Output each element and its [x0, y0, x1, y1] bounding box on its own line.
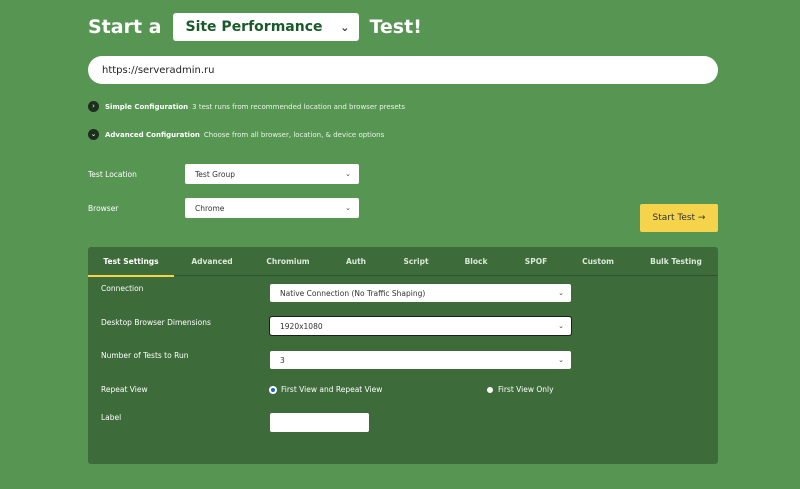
heading-suffix: Test!	[369, 16, 422, 38]
tab-script[interactable]: Script	[388, 247, 444, 276]
dimensions-label: Desktop Browser Dimensions	[101, 318, 211, 327]
settings-tabs: Test Settings Advanced Chromium Auth Scr…	[88, 247, 718, 277]
dimensions-select[interactable]: 1920x1080 ⌄	[269, 316, 572, 336]
tab-custom[interactable]: Custom	[570, 247, 626, 276]
browser-value: Chrome	[195, 203, 225, 213]
advanced-config-title: Advanced Configuration	[105, 130, 200, 139]
runs-select[interactable]: 3 ⌄	[270, 351, 571, 369]
chevron-right-icon: ›	[88, 101, 99, 112]
chevron-down-icon: ⌄	[558, 356, 564, 364]
chevron-down-icon: ⌄	[345, 204, 351, 212]
tab-spof[interactable]: SPOF	[508, 247, 564, 276]
repeat-option-label: First View and Repeat View	[281, 385, 383, 394]
browser-select[interactable]: Chrome ⌄	[185, 198, 359, 218]
tab-chromium[interactable]: Chromium	[256, 247, 320, 276]
chevron-down-icon: ⌄	[558, 289, 564, 297]
chevron-down-icon: ⌄	[345, 170, 351, 178]
test-location-value: Test Group	[195, 169, 235, 179]
page-heading: Start a Site Performance ⌄ Test!	[88, 12, 422, 42]
tab-test-settings[interactable]: Test Settings	[88, 247, 174, 277]
repeat-view-label: Repeat View	[101, 385, 148, 394]
chevron-down-icon: ⌄	[558, 322, 564, 330]
radio-checked-icon	[270, 386, 276, 393]
connection-label: Connection	[101, 284, 144, 293]
dimensions-value: 1920x1080	[280, 321, 323, 331]
browser-label: Browser	[88, 204, 119, 213]
repeat-view-option-first-only[interactable]: First View Only	[487, 385, 554, 394]
chevron-down-icon: ⌄	[340, 20, 350, 34]
runs-value: 3	[280, 355, 285, 365]
runs-label: Number of Tests to Run	[101, 351, 189, 360]
advanced-config-desc: Choose from all browser, location, & dev…	[203, 130, 385, 139]
radio-unchecked-icon	[487, 386, 493, 393]
tab-block[interactable]: Block	[448, 247, 504, 276]
simple-config-title: Simple Configuration	[105, 102, 189, 111]
label-input[interactable]	[270, 413, 369, 432]
connection-select[interactable]: Native Connection (No Traffic Shaping) ⌄	[270, 284, 571, 302]
tab-advanced[interactable]: Advanced	[180, 247, 244, 276]
url-value: https://serveradmin.ru	[102, 64, 215, 76]
test-type-select[interactable]: Site Performance ⌄	[173, 13, 360, 41]
simple-config-toggle[interactable]: › Simple Configuration 3 test runs from …	[88, 101, 405, 112]
label-field-label: Label	[101, 413, 122, 422]
tab-auth[interactable]: Auth	[328, 247, 384, 276]
url-input[interactable]: https://serveradmin.ru	[88, 56, 718, 84]
connection-value: Native Connection (No Traffic Shaping)	[280, 288, 426, 298]
chevron-down-icon: ⌄	[88, 129, 99, 140]
test-type-value: Site Performance	[185, 19, 323, 35]
repeat-option-label: First View Only	[498, 385, 554, 394]
repeat-view-option-first-and-repeat[interactable]: First View and Repeat View	[270, 385, 382, 394]
start-test-button[interactable]: Start Test →	[640, 204, 718, 232]
test-location-select[interactable]: Test Group ⌄	[185, 164, 359, 184]
settings-panel: Test Settings Advanced Chromium Auth Scr…	[88, 247, 718, 464]
heading-prefix: Start a	[88, 16, 162, 38]
test-location-label: Test Location	[88, 170, 137, 179]
advanced-config-toggle[interactable]: ⌄ Advanced Configuration Choose from all…	[88, 129, 384, 140]
tab-bulk-testing[interactable]: Bulk Testing	[644, 247, 708, 276]
simple-config-desc: 3 test runs from recommended location an…	[192, 102, 406, 111]
